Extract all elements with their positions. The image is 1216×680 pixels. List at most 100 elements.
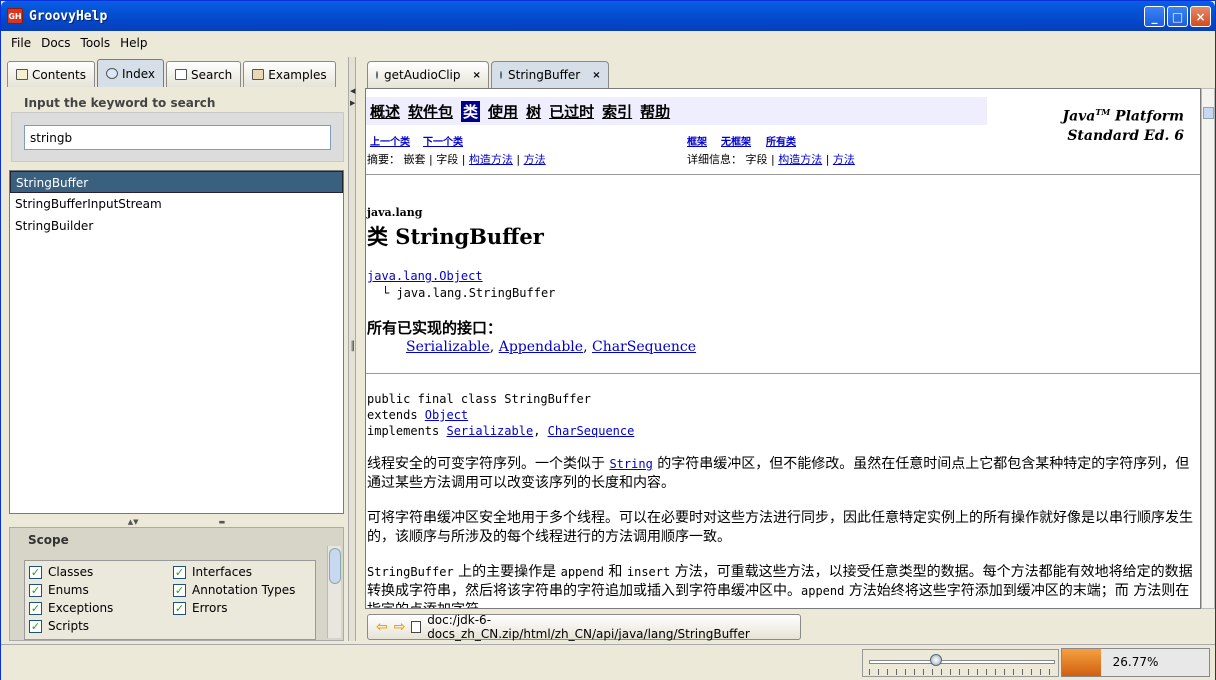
platform-label: JavaTM Platform Standard Ed. 6 [1062,107,1184,144]
maximize-icon[interactable]: □ [1167,6,1188,27]
nav-overview[interactable]: 概述 [370,101,400,122]
slider-knob[interactable] [930,654,942,666]
back-arrow-icon[interactable]: ⇦ [376,619,388,635]
menu-tools[interactable]: Tools [81,36,111,50]
scope-title: Scope [28,533,69,547]
split-arrows-icon: ▲▼ [127,517,139,526]
slider-track[interactable] [869,660,1055,664]
doc-scroll-thumb[interactable] [1203,107,1214,119]
scope-panel: Scope ✓ Classes ✓ Interfaces ✓ Enums ✓ Annot… [9,527,344,641]
scope-annotation-types-checkbox[interactable]: ✓ Annotation Types [173,583,295,597]
extends-object-link[interactable]: Object [425,408,468,422]
page-icon [500,71,502,79]
menu-help[interactable]: Help [120,36,147,50]
nav-deprecated[interactable]: 已过时 [549,101,594,122]
list-item[interactable]: StringBufferInputStream [10,193,343,215]
horizontal-splitter[interactable]: ▲▼ ▬ [9,517,344,526]
tab-examples[interactable]: Examples [243,61,336,87]
doc-navbar: 概述 软件包 类 使用 树 已过时 索引 帮助 [366,97,987,125]
summary-ctor-link[interactable]: 构造方法 [469,153,513,166]
doc-tab-stringbuffer[interactable]: StringBuffer × [491,61,609,88]
list-item[interactable]: StringBuilder [10,215,343,237]
collapse-left-icon[interactable]: ◀ [350,87,355,95]
progress-bar: 26.77% [1061,648,1210,677]
frames-link[interactable]: 框架 [687,133,707,148]
summary-row: 摘要： 嵌套 | 字段 | 构造方法 | 方法 [367,153,546,166]
keyword-label: Input the keyword to search [24,96,216,110]
nav-help[interactable]: 帮助 [640,101,670,122]
nav-use[interactable]: 使用 [488,101,518,122]
status-bar: 26.77% [1,644,1215,680]
slider-ticks [869,669,1055,675]
nav-index[interactable]: 索引 [602,101,632,122]
scope-enums-checkbox[interactable]: ✓ Enums [29,583,89,597]
expand-right-icon[interactable]: ▶ [350,99,355,107]
close-tab-icon[interactable]: × [592,70,600,81]
tree-elbow-icon: └ [382,286,397,300]
checkmark-icon: ✓ [29,583,42,597]
search-page-icon [175,69,188,80]
checkmark-icon: ✓ [173,601,186,615]
interface-link[interactable]: Serializable [406,339,490,355]
description-para-2: 可将字符串缓冲区安全地用于多个线程。可以在必要时对这些方法进行同步，因此任意特定… [367,510,1193,545]
package-name: java.lang [367,206,423,219]
checkmark-icon: ✓ [173,565,186,579]
doc-tab-getaudioclip[interactable]: getAudioClip × [367,61,489,88]
detail-ctor-link[interactable]: 构造方法 [778,153,822,166]
magnifier-icon [105,68,118,79]
left-tab-bar: Contents Index Search Examples [7,57,348,87]
tab-contents[interactable]: Contents [7,61,95,87]
class-heading: 类 StringBuffer [367,224,544,249]
document-icon [411,621,422,633]
summary-method-link[interactable]: 方法 [524,153,546,166]
next-class-link[interactable]: 下一个类 [423,133,463,148]
close-icon[interactable]: × [1190,6,1211,27]
progress-text: 26.77% [1112,655,1159,669]
impl-charsequence-link[interactable]: CharSequence [548,424,635,438]
menu-docs[interactable]: Docs [41,36,70,50]
minimize-icon[interactable]: _ [1144,6,1165,27]
scope-errors-checkbox[interactable]: ✓ Errors [173,601,228,615]
nav-tree[interactable]: 树 [526,101,541,122]
scope-scroll-thumb[interactable] [329,548,341,584]
forward-arrow-icon[interactable]: ⇨ [394,619,406,635]
checkmark-icon: ✓ [29,565,42,579]
class-hierarchy-child: └ java.lang.StringBuffer [382,286,556,300]
doc-scrollbar[interactable] [1201,88,1215,609]
keyword-box [11,112,344,162]
scope-scrollbar[interactable] [327,546,341,638]
prev-class-link[interactable]: 上一个类 [370,133,410,148]
string-class-link[interactable]: String [609,457,652,471]
scope-interfaces-checkbox[interactable]: ✓ Interfaces [173,565,252,579]
interface-link[interactable]: CharSequence [592,339,696,355]
list-item[interactable]: StringBuffer [10,171,343,193]
title-bar[interactable]: GH GroovyHelp _ □ × [1,1,1215,31]
scope-scripts-checkbox[interactable]: ✓ Scripts [29,619,89,633]
detail-method-link[interactable]: 方法 [833,153,855,166]
interfaces-list: Serializable, Appendable, CharSequence [406,339,697,355]
interface-link[interactable]: Appendable [499,339,583,355]
menu-bar: File Docs Tools Help [1,32,1215,54]
class-declaration: public final class StringBuffer extends … [367,392,635,438]
close-tab-icon[interactable]: × [472,70,480,81]
tab-index[interactable]: Index [96,59,165,87]
divider [366,373,1200,374]
zoom-slider[interactable] [862,649,1059,677]
checkmark-icon: ✓ [173,583,186,597]
divider [366,174,1200,175]
tab-search[interactable]: Search [166,61,242,87]
nav-package[interactable]: 软件包 [408,101,453,122]
vertical-splitter[interactable]: ◀ ▶ ║ [348,57,356,641]
menu-file[interactable]: File [11,36,31,50]
url-bar: ⇦ ⇨ doc:/jdk-6-docs_zh_CN.zip/html/zh_CN… [367,613,801,641]
impl-serializable-link[interactable]: Serializable [446,424,533,438]
scope-options: ✓ Classes ✓ Interfaces ✓ Enums ✓ Annotation … [24,560,316,640]
url-text[interactable]: doc:/jdk-6-docs_zh_CN.zip/html/zh_CN/api… [427,613,800,641]
parent-class-link[interactable]: java.lang.Object [367,269,483,283]
scope-classes-checkbox[interactable]: ✓ Classes [29,565,93,579]
keyword-input[interactable] [24,125,331,150]
no-frames-link[interactable]: 无框架 [721,133,751,148]
all-classes-link[interactable]: 所有类 [766,133,796,148]
splitter-grip-icon: ║ [350,342,356,352]
scope-exceptions-checkbox[interactable]: ✓ Exceptions [29,601,113,615]
